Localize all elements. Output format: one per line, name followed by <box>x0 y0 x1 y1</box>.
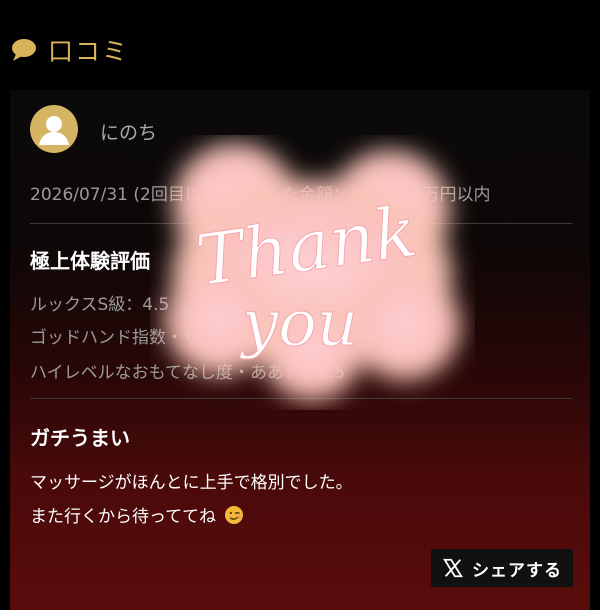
share-label: シェアする <box>472 560 562 581</box>
x-logo-icon <box>443 558 463 578</box>
rating-item: ルックスS級：4.5 <box>30 295 170 315</box>
comment-title: ガチうまい <box>30 426 130 450</box>
sticker-line-2: you <box>239 287 358 361</box>
section-title: 口コミ <box>48 37 130 66</box>
thank-you-sticker: Thank you <box>150 135 475 410</box>
section-header: 口コミ <box>10 30 129 70</box>
speech-bubble-icon <box>12 39 36 61</box>
winking-face-icon <box>224 506 243 524</box>
user-avatar-icon <box>30 105 78 153</box>
comment-line-with-emoji: また行くから待っててね <box>30 502 244 527</box>
rating-title: 極上体験評価 <box>30 249 150 273</box>
comment-line: マッサージがほんとに上手で格別でした。 <box>30 473 353 493</box>
reviewer-name: にのち <box>100 122 158 144</box>
comment-line: また行くから待っててね <box>30 507 217 527</box>
share-button[interactable]: シェアする <box>431 549 573 587</box>
